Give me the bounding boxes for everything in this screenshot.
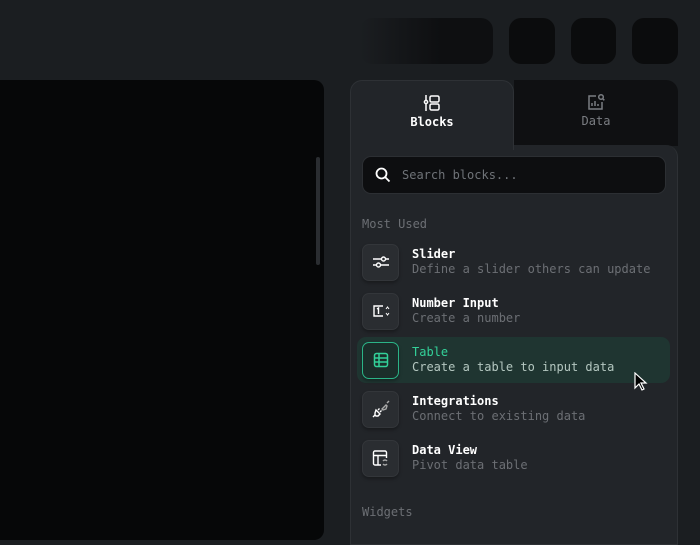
toolbar-button[interactable] <box>509 18 555 64</box>
canvas[interactable] <box>0 80 324 540</box>
number-input-icon <box>372 305 389 317</box>
block-item-number-input[interactable]: Number Input Create a number <box>357 288 670 334</box>
item-title: Number Input <box>412 296 499 310</box>
plug-icon <box>372 400 389 418</box>
toolbar-button[interactable] <box>632 18 678 64</box>
blocks-panel: Data Search blocks... Most Used Slider De… <box>350 80 678 545</box>
item-title: Slider <box>412 247 456 261</box>
canvas-scrollbar[interactable] <box>316 157 320 265</box>
slider-icon <box>372 256 389 268</box>
tab-blocks[interactable]: Blocks <box>350 80 514 150</box>
item-desc: Connect to existing data <box>412 409 586 423</box>
item-desc: Pivot data table <box>412 458 528 472</box>
block-item-data-view[interactable]: Data View Pivot data table <box>357 435 670 481</box>
search-placeholder: Search blocks... <box>402 168 518 182</box>
item-desc: Create a number <box>412 311 521 325</box>
section-widgets: Widgets <box>362 505 413 519</box>
block-item-slider[interactable]: Slider Define a slider others can update <box>357 239 670 285</box>
mouse-cursor-icon <box>634 372 648 391</box>
toolbar-field[interactable] <box>360 18 493 64</box>
item-title: Integrations <box>412 394 499 408</box>
toolbar-button[interactable] <box>571 18 616 64</box>
search-icon <box>375 167 391 183</box>
tab-label: Data <box>581 114 611 128</box>
block-item-integrations[interactable]: Integrations Connect to existing data <box>357 386 670 432</box>
item-desc: Create a table to input data <box>412 360 615 374</box>
item-title: Table <box>412 345 449 359</box>
panel-body: Search blocks... Most Used Slider Define … <box>350 145 678 545</box>
blocks-icon <box>423 95 440 111</box>
item-title: Data View <box>412 443 478 457</box>
pivot-table-icon <box>372 449 388 466</box>
data-search-icon <box>588 93 605 110</box>
item-desc: Define a slider others can update <box>412 262 651 276</box>
block-item-table[interactable]: Table Create a table to input data <box>357 337 670 383</box>
tab-data[interactable]: Data <box>514 80 678 146</box>
search-input[interactable]: Search blocks... <box>362 156 666 194</box>
section-most-used: Most Used <box>362 217 428 231</box>
tab-label: Blocks <box>410 115 454 129</box>
table-icon <box>373 352 388 368</box>
